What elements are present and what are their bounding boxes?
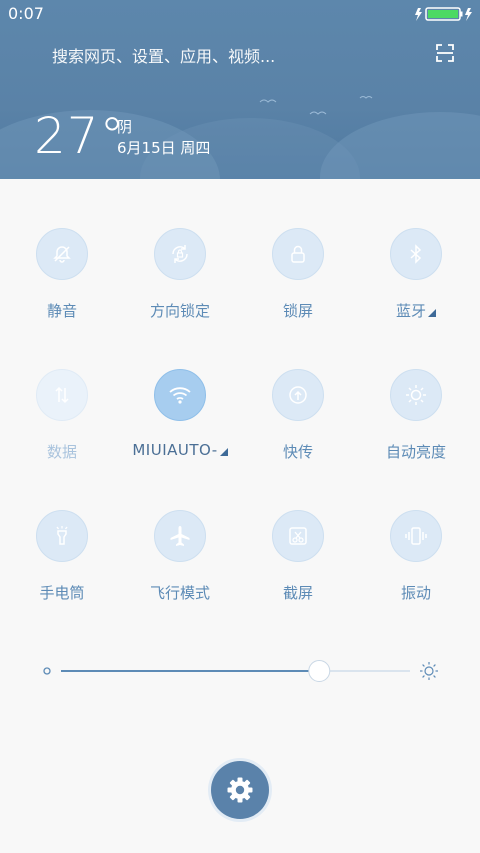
toggle-lock-screen[interactable]: 锁屏 [239,228,357,321]
toggle-mi-drop[interactable]: 快传 [239,369,357,462]
lock-icon [272,228,324,280]
silent-icon [36,228,88,280]
slider-thumb[interactable] [308,660,331,682]
gear-icon [227,777,253,803]
brightness-high-icon [420,662,438,680]
toggle-label: 静音 [46,302,77,320]
toggle-flashlight[interactable]: 手电筒 [3,510,121,603]
brightness-low-icon [43,667,51,675]
toggle-label: 数据 [46,443,77,461]
vibrate-icon [390,510,442,562]
toggle-label: 振动 [400,584,431,602]
toggle-bluetooth[interactable]: 蓝牙 [357,228,475,321]
temperature[interactable]: 27° [34,108,126,164]
mobile-data-icon [36,369,88,421]
toggle-label: 手电筒 [39,584,85,602]
toggle-screenshot[interactable]: 截屏 [239,510,357,603]
settings-button[interactable] [211,761,269,819]
mi-drop-icon [272,369,324,421]
screenshot-icon [272,510,324,562]
status-time: 0:07 [8,4,44,23]
bluetooth-icon [390,228,442,280]
battery-charging-icon [415,7,472,21]
cloud-decoration [320,112,480,179]
header: 0:07 搜索网页、设置、应用、视频... 27° 阴 6月15日 周四 [0,0,480,179]
toggle-vibrate[interactable]: 振动 [357,510,475,603]
expand-arrow-icon[interactable] [428,309,436,317]
rotation-lock-icon [154,228,206,280]
toggle-mobile-data[interactable]: 数据 [3,369,121,462]
toggle-label-text: 蓝牙 [395,302,426,320]
flashlight-icon [36,510,88,562]
weather-condition: 阴 [117,118,133,136]
toggle-label: 自动亮度 [385,443,446,461]
toggle-rotation-lock[interactable]: 方向锁定 [121,228,239,321]
birds-decoration [259,96,373,115]
wifi-icon [154,369,206,421]
search-input[interactable]: 搜索网页、设置、应用、视频... [52,43,275,67]
auto-brightness-icon [390,369,442,421]
scan-icon[interactable] [436,44,454,62]
expand-arrow-icon[interactable] [219,448,228,456]
toggle-label: 快传 [282,443,313,461]
toggle-label: 方向锁定 [149,302,210,320]
toggle-wifi[interactable]: MIUIAUTO- [121,369,239,459]
toggle-label: 截屏 [282,584,313,602]
toggle-label: MIUIAUTO- [121,441,239,459]
toggle-label: 蓝牙 [357,300,475,321]
toggle-label: 锁屏 [282,302,313,320]
airplane-icon [154,510,206,562]
toggle-silent[interactable]: 静音 [3,228,121,321]
toggle-auto-brightness[interactable]: 自动亮度 [357,369,475,462]
toggle-label-text: MIUIAUTO- [132,441,218,459]
toggle-airplane[interactable]: 飞行模式 [121,510,239,603]
date-label: 6月15日 周四 [117,139,211,157]
status-bar: 0:07 [0,0,480,28]
brightness-slider[interactable] [43,660,441,682]
toggle-label: 飞行模式 [149,584,210,602]
